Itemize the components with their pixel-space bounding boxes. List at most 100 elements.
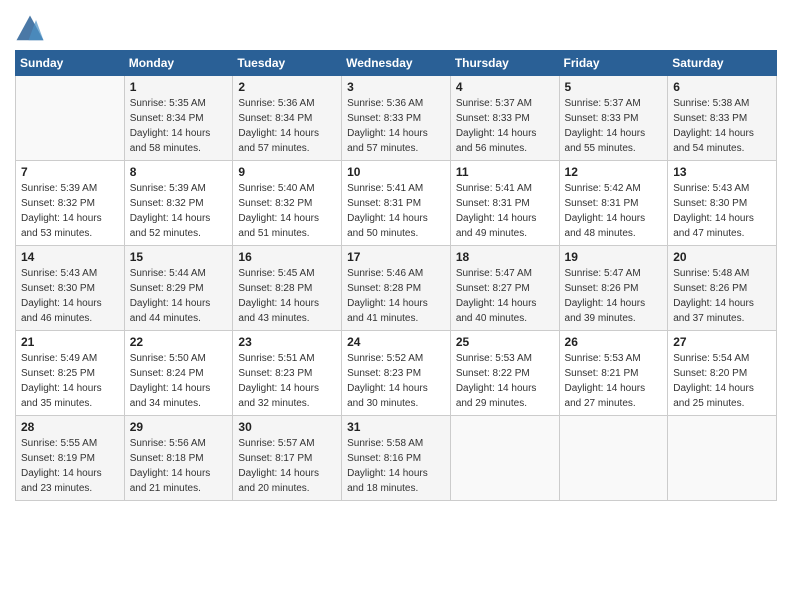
calendar-day-cell <box>450 416 559 501</box>
calendar-day-cell: 5 Sunrise: 5:37 AM Sunset: 8:33 PM Daylig… <box>559 76 668 161</box>
calendar-day-cell: 14Sunrise: 5:43 AM Sunset: 8:30 PM Dayli… <box>16 246 125 331</box>
day-info: Sunrise: 5:47 AM Sunset: 8:26 PM Dayligh… <box>565 266 663 326</box>
day-number: 9 <box>238 165 336 179</box>
day-info: Sunrise: 5:36 AM Sunset: 8:33 PM Dayligh… <box>347 96 445 156</box>
day-info: Sunrise: 5:57 AM Sunset: 8:17 PM Dayligh… <box>238 436 336 496</box>
weekday-header-cell: Sunday <box>16 51 125 76</box>
calendar-day-cell: 27 Sunrise: 5:54 AM Sunset: 8:20 PM Dayli… <box>668 331 777 416</box>
calendar-table: SundayMondayTuesdayWednesdayThursdayFrid… <box>15 50 777 501</box>
calendar-day-cell: 1Sunrise: 5:35 AM Sunset: 8:34 PM Daylig… <box>124 76 233 161</box>
day-info: Sunrise: 5:41 AM Sunset: 8:31 PM Dayligh… <box>456 181 554 241</box>
weekday-header-row: SundayMondayTuesdayWednesdayThursdayFrid… <box>16 51 777 76</box>
calendar-day-cell: 16 Sunrise: 5:45 AM Sunset: 8:28 PM Dayli… <box>233 246 342 331</box>
day-info: Sunrise: 5:47 AM Sunset: 8:27 PM Dayligh… <box>456 266 554 326</box>
day-number: 19 <box>565 250 663 264</box>
day-number: 25 <box>456 335 554 349</box>
day-info: Sunrise: 5:54 AM Sunset: 8:20 PM Dayligh… <box>673 351 771 411</box>
logo <box>15 14 49 44</box>
day-info: Sunrise: 5:44 AM Sunset: 8:29 PM Dayligh… <box>130 266 228 326</box>
calendar-day-cell: 11 Sunrise: 5:41 AM Sunset: 8:31 PM Dayli… <box>450 161 559 246</box>
day-info: Sunrise: 5:56 AM Sunset: 8:18 PM Dayligh… <box>130 436 228 496</box>
calendar-day-cell: 10 Sunrise: 5:41 AM Sunset: 8:31 PM Dayli… <box>342 161 451 246</box>
calendar-day-cell: 28 Sunrise: 5:55 AM Sunset: 8:19 PM Dayli… <box>16 416 125 501</box>
day-number: 23 <box>238 335 336 349</box>
day-info: Sunrise: 5:40 AM Sunset: 8:32 PM Dayligh… <box>238 181 336 241</box>
day-info: Sunrise: 5:48 AM Sunset: 8:26 PM Dayligh… <box>673 266 771 326</box>
calendar-day-cell <box>668 416 777 501</box>
day-info: Sunrise: 5:53 AM Sunset: 8:21 PM Dayligh… <box>565 351 663 411</box>
calendar-day-cell: 23 Sunrise: 5:51 AM Sunset: 8:23 PM Dayli… <box>233 331 342 416</box>
day-info: Sunrise: 5:55 AM Sunset: 8:19 PM Dayligh… <box>21 436 119 496</box>
day-info: Sunrise: 5:45 AM Sunset: 8:28 PM Dayligh… <box>238 266 336 326</box>
day-info: Sunrise: 5:38 AM Sunset: 8:33 PM Dayligh… <box>673 96 771 156</box>
day-number: 27 <box>673 335 771 349</box>
day-info: Sunrise: 5:46 AM Sunset: 8:28 PM Dayligh… <box>347 266 445 326</box>
weekday-header-cell: Friday <box>559 51 668 76</box>
day-number: 6 <box>673 80 771 94</box>
calendar-day-cell: 24 Sunrise: 5:52 AM Sunset: 8:23 PM Dayli… <box>342 331 451 416</box>
day-info: Sunrise: 5:41 AM Sunset: 8:31 PM Dayligh… <box>347 181 445 241</box>
day-number: 30 <box>238 420 336 434</box>
calendar-day-cell <box>16 76 125 161</box>
day-number: 17 <box>347 250 445 264</box>
calendar-day-cell: 22 Sunrise: 5:50 AM Sunset: 8:24 PM Dayli… <box>124 331 233 416</box>
weekday-header-cell: Wednesday <box>342 51 451 76</box>
day-number: 28 <box>21 420 119 434</box>
calendar-day-cell: 25 Sunrise: 5:53 AM Sunset: 8:22 PM Dayli… <box>450 331 559 416</box>
calendar-day-cell: 8 Sunrise: 5:39 AM Sunset: 8:32 PM Daylig… <box>124 161 233 246</box>
day-number: 29 <box>130 420 228 434</box>
weekday-header-cell: Saturday <box>668 51 777 76</box>
calendar-day-cell: 12Sunrise: 5:42 AM Sunset: 8:31 PM Dayli… <box>559 161 668 246</box>
day-info: Sunrise: 5:50 AM Sunset: 8:24 PM Dayligh… <box>130 351 228 411</box>
calendar-day-cell: 2Sunrise: 5:36 AM Sunset: 8:34 PM Daylig… <box>233 76 342 161</box>
calendar-day-cell <box>559 416 668 501</box>
day-info: Sunrise: 5:37 AM Sunset: 8:33 PM Dayligh… <box>565 96 663 156</box>
day-info: Sunrise: 5:58 AM Sunset: 8:16 PM Dayligh… <box>347 436 445 496</box>
day-number: 18 <box>456 250 554 264</box>
day-number: 1 <box>130 80 228 94</box>
day-number: 24 <box>347 335 445 349</box>
day-number: 16 <box>238 250 336 264</box>
day-number: 21 <box>21 335 119 349</box>
calendar-day-cell: 9 Sunrise: 5:40 AM Sunset: 8:32 PM Daylig… <box>233 161 342 246</box>
day-number: 22 <box>130 335 228 349</box>
calendar-day-cell: 15 Sunrise: 5:44 AM Sunset: 8:29 PM Dayli… <box>124 246 233 331</box>
day-number: 31 <box>347 420 445 434</box>
day-number: 11 <box>456 165 554 179</box>
page-header <box>15 10 777 44</box>
calendar-day-cell: 3Sunrise: 5:36 AM Sunset: 8:33 PM Daylig… <box>342 76 451 161</box>
day-info: Sunrise: 5:51 AM Sunset: 8:23 PM Dayligh… <box>238 351 336 411</box>
day-info: Sunrise: 5:43 AM Sunset: 8:30 PM Dayligh… <box>673 181 771 241</box>
calendar-day-cell: 7 Sunrise: 5:39 AM Sunset: 8:32 PM Daylig… <box>16 161 125 246</box>
day-number: 10 <box>347 165 445 179</box>
calendar-body: 1Sunrise: 5:35 AM Sunset: 8:34 PM Daylig… <box>16 76 777 501</box>
calendar-day-cell: 30 Sunrise: 5:57 AM Sunset: 8:17 PM Dayli… <box>233 416 342 501</box>
calendar-week-row: 21Sunrise: 5:49 AM Sunset: 8:25 PM Dayli… <box>16 331 777 416</box>
calendar-day-cell: 21Sunrise: 5:49 AM Sunset: 8:25 PM Dayli… <box>16 331 125 416</box>
calendar-day-cell: 31 Sunrise: 5:58 AM Sunset: 8:16 PM Dayli… <box>342 416 451 501</box>
day-number: 12 <box>565 165 663 179</box>
day-number: 14 <box>21 250 119 264</box>
calendar-day-cell: 6 Sunrise: 5:38 AM Sunset: 8:33 PM Daylig… <box>668 76 777 161</box>
day-number: 7 <box>21 165 119 179</box>
calendar-week-row: 1Sunrise: 5:35 AM Sunset: 8:34 PM Daylig… <box>16 76 777 161</box>
day-number: 8 <box>130 165 228 179</box>
day-info: Sunrise: 5:52 AM Sunset: 8:23 PM Dayligh… <box>347 351 445 411</box>
day-info: Sunrise: 5:53 AM Sunset: 8:22 PM Dayligh… <box>456 351 554 411</box>
day-info: Sunrise: 5:37 AM Sunset: 8:33 PM Dayligh… <box>456 96 554 156</box>
day-info: Sunrise: 5:36 AM Sunset: 8:34 PM Dayligh… <box>238 96 336 156</box>
weekday-header-cell: Thursday <box>450 51 559 76</box>
day-number: 26 <box>565 335 663 349</box>
calendar-day-cell: 19 Sunrise: 5:47 AM Sunset: 8:26 PM Dayli… <box>559 246 668 331</box>
day-number: 4 <box>456 80 554 94</box>
day-number: 5 <box>565 80 663 94</box>
day-number: 20 <box>673 250 771 264</box>
weekday-header-cell: Tuesday <box>233 51 342 76</box>
calendar-day-cell: 4 Sunrise: 5:37 AM Sunset: 8:33 PM Daylig… <box>450 76 559 161</box>
day-info: Sunrise: 5:39 AM Sunset: 8:32 PM Dayligh… <box>21 181 119 241</box>
calendar-week-row: 28 Sunrise: 5:55 AM Sunset: 8:19 PM Dayli… <box>16 416 777 501</box>
calendar-day-cell: 20 Sunrise: 5:48 AM Sunset: 8:26 PM Dayli… <box>668 246 777 331</box>
calendar-week-row: 14Sunrise: 5:43 AM Sunset: 8:30 PM Dayli… <box>16 246 777 331</box>
day-info: Sunrise: 5:39 AM Sunset: 8:32 PM Dayligh… <box>130 181 228 241</box>
day-number: 15 <box>130 250 228 264</box>
